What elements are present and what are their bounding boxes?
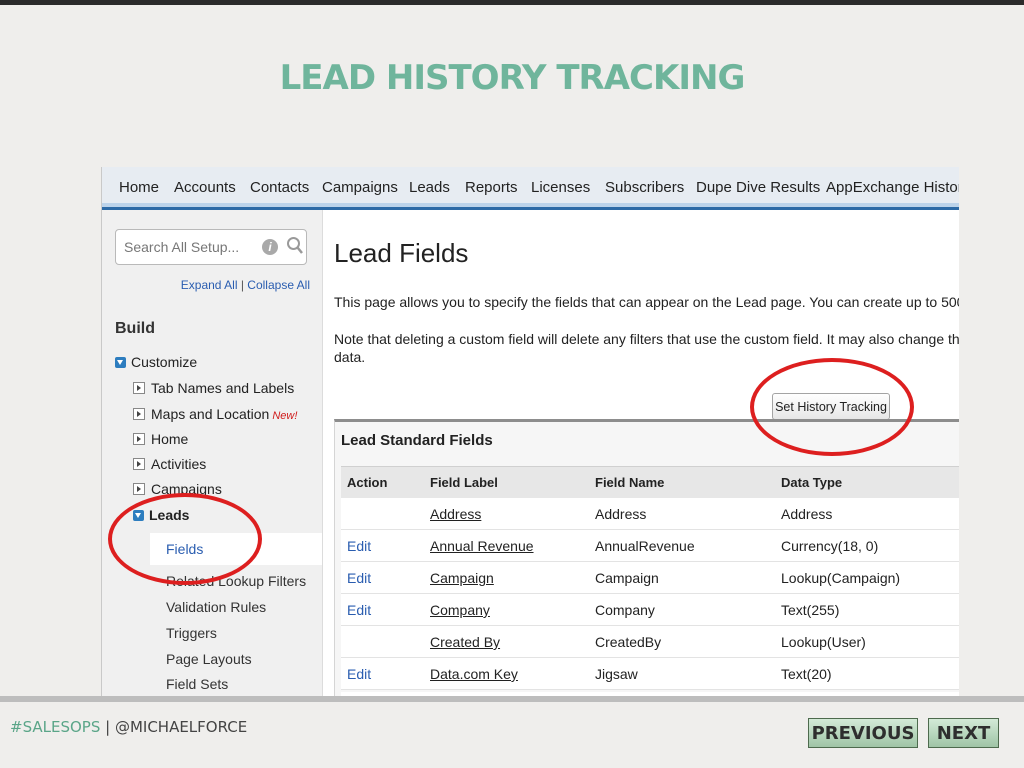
field-name: Campaign: [595, 570, 659, 586]
table-row: Edit Company Company Text(255): [341, 594, 959, 626]
previous-button[interactable]: PREVIOUS: [808, 718, 918, 748]
expand-toggle-icon[interactable]: [133, 382, 145, 394]
tree-customize-label: Customize: [131, 354, 198, 370]
tree-item-label: Activities: [151, 456, 207, 472]
expand-toggle-icon[interactable]: [133, 483, 145, 495]
column-header-data-type[interactable]: Data Type: [781, 475, 842, 490]
field-label-link[interactable]: Data.com Key: [430, 666, 518, 682]
next-button[interactable]: NEXT: [928, 718, 999, 748]
data-type: Text(255): [781, 602, 840, 618]
expand-toggle-icon[interactable]: [133, 433, 145, 445]
edit-link[interactable]: Edit: [347, 570, 371, 586]
sidebar-item-field-sets[interactable]: Field Sets: [166, 676, 228, 692]
tree-item-label: Home: [151, 431, 189, 447]
tab-bar: Home Accounts Contacts Campaigns Leads R…: [102, 167, 959, 210]
tab-subscribers[interactable]: Subscribers: [605, 179, 684, 196]
field-label-link[interactable]: Created By: [430, 634, 500, 650]
slide-title: LEAD HISTORY TRACKING: [279, 58, 746, 98]
data-type: Text(20): [781, 666, 832, 682]
panel-title: Lead Standard Fields: [341, 432, 493, 449]
edit-link[interactable]: Edit: [347, 666, 371, 682]
tree-item-tab-names[interactable]: Tab Names and Labels: [133, 380, 294, 396]
note-text-line2: data.: [334, 349, 366, 365]
column-header-field-name[interactable]: Field Name: [595, 475, 664, 490]
new-badge: New!: [272, 410, 298, 422]
field-name: CreatedBy: [595, 634, 662, 650]
table-row: Edit Annual Revenue AnnualRevenue Curren…: [341, 530, 959, 562]
search-icon[interactable]: [286, 236, 304, 256]
tree-item-label: Maps and Location: [151, 406, 270, 422]
tree-item-activities[interactable]: Activities: [133, 456, 206, 472]
collapse-all-link[interactable]: Collapse All: [247, 278, 310, 292]
footer-separator: |: [100, 718, 115, 736]
table-row: Created By CreatedBy Lookup(User): [341, 626, 959, 658]
sidebar-item-validation-rules[interactable]: Validation Rules: [166, 599, 266, 615]
sidebar-item-triggers[interactable]: Triggers: [166, 625, 217, 641]
search-placeholder: Search All Setup...: [124, 239, 240, 255]
tab-dupe-dive-results[interactable]: Dupe Dive Results: [696, 179, 820, 196]
field-name: Company: [595, 602, 655, 618]
table-row: Edit Data.com Key Jigsaw Text(20): [341, 658, 959, 690]
collapse-toggle-icon[interactable]: [115, 357, 126, 368]
tab-reports[interactable]: Reports: [465, 179, 518, 196]
field-label-link[interactable]: Company: [430, 602, 490, 618]
sidebar-item-page-layouts[interactable]: Page Layouts: [166, 651, 252, 667]
field-label-link[interactable]: Campaign: [430, 570, 494, 586]
data-type: Currency(18, 0): [781, 538, 879, 554]
expand-all-link[interactable]: Expand All: [181, 278, 238, 292]
footer-divider: [0, 696, 1024, 702]
top-bar: [0, 0, 1024, 5]
column-header-field-label[interactable]: Field Label: [430, 475, 498, 490]
intro-text: This page allows you to specify the fiel…: [334, 294, 959, 310]
expand-toggle-icon[interactable]: [133, 458, 145, 470]
build-heading: Build: [115, 320, 155, 337]
link-separator: |: [237, 278, 248, 292]
field-name: AnnualRevenue: [595, 538, 695, 554]
data-type: Address: [781, 506, 833, 522]
edit-link[interactable]: Edit: [347, 538, 371, 554]
edit-link[interactable]: Edit: [347, 602, 371, 618]
footer-hashtag: #SALESOPS: [10, 718, 101, 736]
setup-search-input[interactable]: Search All Setup... i: [115, 229, 307, 265]
note-text-line1: Note that deleting a custom field will d…: [334, 331, 959, 347]
expand-toggle-icon[interactable]: [133, 408, 145, 420]
footer-handle: @MICHAELFORCE: [114, 718, 248, 736]
column-header-action[interactable]: Action: [347, 475, 387, 490]
tree-item-label: Tab Names and Labels: [151, 380, 295, 396]
data-type: Lookup(User): [781, 634, 866, 650]
tab-home[interactable]: Home: [119, 179, 159, 196]
field-label-link[interactable]: Annual Revenue: [430, 538, 534, 554]
setup-sidebar: Search All Setup... i Expand All | Colla…: [102, 210, 323, 696]
table-header: Action Field Label Field Name Data Type: [341, 466, 959, 499]
field-label-link[interactable]: Address: [430, 506, 481, 522]
tab-licenses[interactable]: Licenses: [531, 179, 590, 196]
page-heading: Lead Fields: [334, 238, 469, 268]
annotation-circle-fields: [108, 493, 262, 585]
standard-fields-panel: Lead Standard Fields Action Field Label …: [334, 419, 959, 696]
tab-campaigns[interactable]: Campaigns: [322, 179, 398, 196]
table-row: Address Address Address: [341, 498, 959, 530]
data-type: Lookup(Campaign): [781, 570, 901, 586]
tree-customize[interactable]: Customize: [115, 354, 197, 370]
tab-contacts[interactable]: Contacts: [250, 179, 309, 196]
tree-item-home[interactable]: Home: [133, 431, 188, 447]
field-name: Jigsaw: [595, 666, 638, 682]
tab-leads[interactable]: Leads: [409, 179, 450, 196]
tree-item-maps[interactable]: Maps and Location New!: [133, 406, 297, 422]
footer-tag: #SALESOPS | @MICHAELFORCE: [10, 718, 247, 736]
annotation-circle-history-button: [750, 358, 914, 456]
salesforce-screenshot: Home Accounts Contacts Campaigns Leads R…: [101, 167, 959, 696]
info-icon[interactable]: i: [262, 239, 278, 255]
tab-accounts[interactable]: Accounts: [174, 179, 236, 196]
expand-collapse-links: Expand All | Collapse All: [181, 278, 310, 292]
tab-appexchange-history[interactable]: AppExchange History: [826, 179, 959, 196]
table-row: Edit Campaign Campaign Lookup(Campaign): [341, 562, 959, 594]
field-name: Address: [595, 506, 647, 522]
